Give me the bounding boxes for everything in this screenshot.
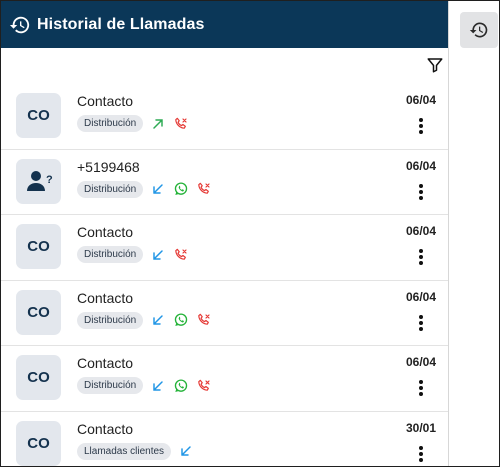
avatar: CO: [16, 355, 61, 400]
call-row[interactable]: CO Contacto Distribución 06/04: [1, 84, 448, 150]
call-date: 06/04: [405, 355, 436, 369]
panel-title: Historial de Llamadas: [37, 15, 205, 33]
svg-text:?: ?: [46, 174, 53, 186]
panel-divider: [448, 1, 449, 466]
contact-name: +5199468: [77, 158, 140, 175]
outgoing-call-icon: [150, 116, 166, 132]
panel-header: Historial de Llamadas: [1, 1, 448, 48]
missed-call-icon: [196, 312, 212, 328]
tag-badge: Distribución: [77, 311, 144, 329]
call-meta: Distribución: [77, 377, 212, 394]
incoming-call-icon: [150, 378, 166, 394]
call-history-panel: Historial de Llamadas CO Contacto Distribu…: [1, 1, 448, 466]
history-icon: [469, 20, 489, 40]
missed-call-icon: [173, 116, 189, 132]
history-toggle-button[interactable]: [460, 12, 498, 48]
avatar: CO: [16, 289, 61, 335]
tag-badge: Distribución: [77, 180, 144, 198]
call-date: 06/04: [405, 224, 436, 238]
call-meta: Distribución: [77, 180, 212, 198]
call-date: 30/01: [405, 420, 436, 435]
avatar: CO: [16, 224, 61, 269]
tag-badge: Distribución: [77, 115, 144, 132]
call-meta: Distribución: [77, 311, 212, 329]
whatsapp-icon[interactable]: [173, 181, 189, 197]
avatar: ?: [16, 158, 61, 204]
call-row[interactable]: CO Contacto Distribución 06/04: [1, 215, 448, 281]
tag-badge: Distribución: [77, 377, 144, 394]
more-vertical-icon[interactable]: [415, 248, 427, 266]
filter-icon[interactable]: [426, 56, 444, 74]
call-meta: Distribución: [77, 246, 189, 263]
incoming-call-icon: [178, 443, 194, 459]
missed-call-icon: [196, 378, 212, 394]
call-date: 06/04: [405, 93, 436, 107]
missed-call-icon: [196, 181, 212, 197]
more-vertical-icon[interactable]: [415, 314, 427, 332]
incoming-call-icon: [150, 247, 166, 263]
missed-call-icon: [173, 247, 189, 263]
more-vertical-icon[interactable]: [415, 117, 427, 135]
tag-badge: Distribución: [77, 246, 144, 263]
call-row[interactable]: ? +5199468 Distribución 06/04: [1, 150, 448, 215]
unknown-person-icon: ?: [24, 166, 54, 196]
whatsapp-icon[interactable]: [173, 378, 189, 394]
contact-name: Contacto: [77, 289, 134, 306]
avatar: CO: [16, 93, 61, 138]
incoming-call-icon: [150, 181, 166, 197]
call-row[interactable]: CO Contacto Llamadas clientes 30/01: [1, 412, 448, 467]
contact-name: Contacto: [77, 420, 134, 437]
call-list: CO Contacto Distribución 06/04? +5199468 Dist…: [1, 84, 448, 466]
call-row[interactable]: CO Contacto Distribución 06/04: [1, 346, 448, 412]
whatsapp-icon[interactable]: [173, 312, 189, 328]
more-vertical-icon[interactable]: [415, 183, 427, 201]
call-meta: Llamadas clientes: [77, 442, 194, 460]
history-icon: [9, 14, 31, 36]
contact-name: Contacto: [77, 355, 134, 371]
call-date: 06/04: [405, 289, 436, 304]
contact-name: Contacto: [77, 224, 134, 240]
more-vertical-icon[interactable]: [415, 379, 427, 397]
call-date: 06/04: [405, 158, 436, 173]
incoming-call-icon: [150, 312, 166, 328]
contact-name: Contacto: [77, 93, 134, 109]
avatar: CO: [16, 420, 61, 466]
call-meta: Distribución: [77, 115, 189, 132]
call-row[interactable]: CO Contacto Distribución 06/04: [1, 281, 448, 346]
filter-bar: [1, 48, 448, 84]
more-vertical-icon[interactable]: [415, 445, 427, 463]
tag-badge: Llamadas clientes: [77, 442, 172, 460]
